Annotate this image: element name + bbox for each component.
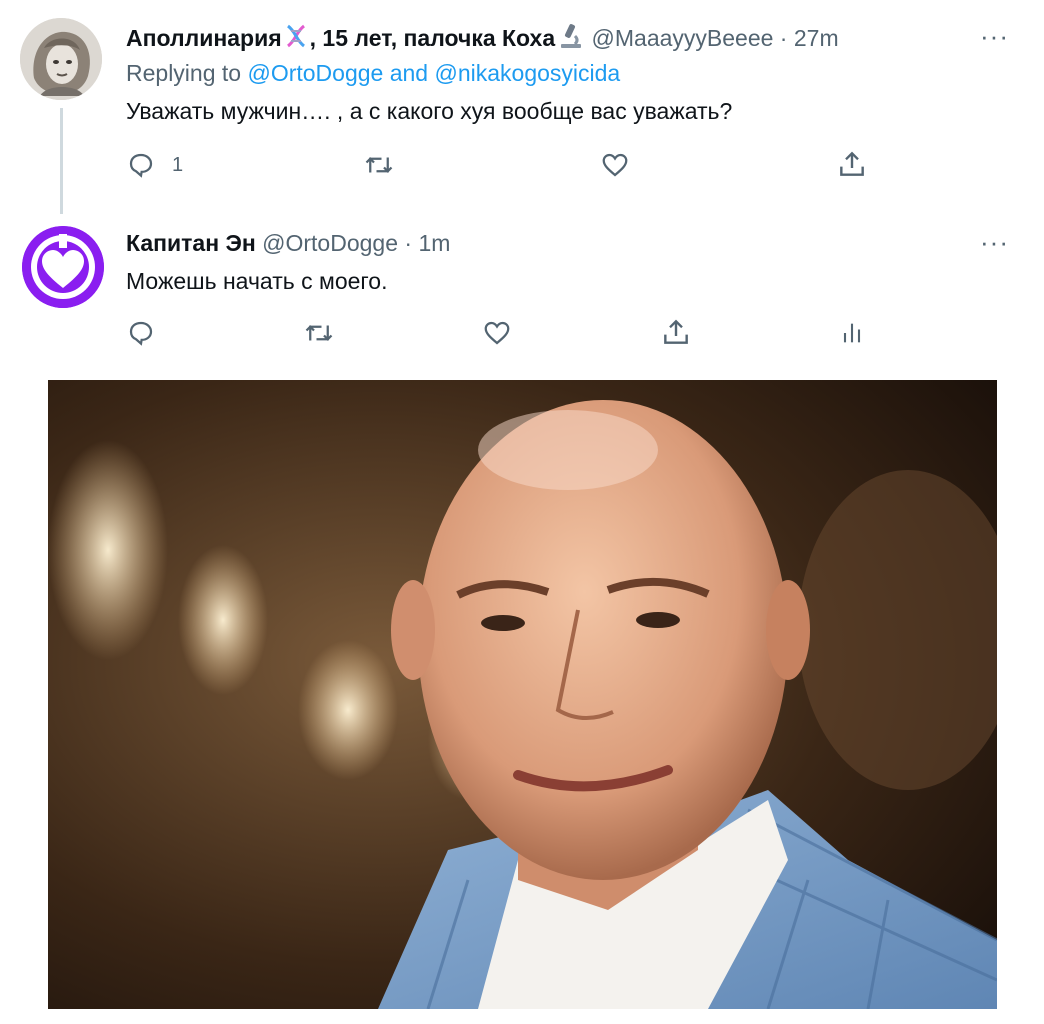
thread-line bbox=[60, 108, 63, 214]
share-button[interactable] bbox=[660, 316, 692, 348]
tweet-text: Уважать мужчин…. , а с какого хуя вообще… bbox=[126, 98, 733, 124]
timestamp[interactable]: 27m bbox=[794, 25, 839, 51]
reply-icon bbox=[129, 321, 153, 346]
heart-icon bbox=[602, 153, 628, 177]
share-button[interactable] bbox=[836, 148, 868, 180]
share-icon bbox=[664, 319, 688, 344]
tweet-header: Аполлинария , 15 лет, палочка Коха @Maaay… bbox=[126, 22, 839, 57]
retweet-button[interactable] bbox=[302, 318, 336, 348]
reply-count: 1 bbox=[172, 153, 184, 176]
retweet-icon bbox=[305, 325, 333, 341]
mention-link[interactable]: @OrtoDogge bbox=[247, 60, 383, 86]
separator-dot: · bbox=[404, 230, 413, 256]
author-name-suffix[interactable]: , 15 лет, палочка Коха bbox=[310, 25, 555, 51]
tweet-photo[interactable] bbox=[48, 380, 997, 1009]
reply-icon bbox=[129, 153, 153, 178]
reply-button[interactable]: 1 bbox=[126, 150, 183, 180]
retweet-icon bbox=[365, 157, 393, 173]
like-button[interactable] bbox=[482, 318, 512, 348]
analytics-button[interactable] bbox=[838, 318, 866, 348]
retweet-button[interactable] bbox=[362, 150, 396, 180]
author-name[interactable]: Аполлинария bbox=[126, 25, 282, 51]
tweet-header: Капитан Эн @OrtoDogge · 1m bbox=[126, 228, 450, 258]
analytics-icon bbox=[843, 323, 861, 343]
author-handle[interactable]: @OrtoDogge bbox=[262, 230, 398, 256]
author-name[interactable]: Капитан Эн bbox=[126, 230, 256, 256]
like-button[interactable] bbox=[600, 150, 630, 180]
more-options-icon[interactable]: ··· bbox=[980, 23, 1009, 49]
dna-icon bbox=[282, 22, 310, 57]
avatar[interactable] bbox=[20, 18, 102, 100]
avatar[interactable] bbox=[22, 226, 104, 308]
separator-dot: · bbox=[779, 25, 788, 51]
microscope-icon bbox=[555, 22, 585, 57]
more-options-icon[interactable]: ··· bbox=[980, 229, 1009, 255]
author-handle[interactable]: @MaaayyyBeeee bbox=[592, 25, 774, 51]
replying-prefix: Replying to bbox=[126, 60, 242, 86]
share-icon bbox=[840, 151, 864, 176]
replying-to: Replying to @OrtoDogge and @nikakogosyic… bbox=[126, 58, 620, 88]
heart-icon bbox=[484, 321, 510, 345]
tweet-text: Можешь начать с моего. bbox=[126, 268, 388, 294]
replying-and[interactable]: and bbox=[390, 60, 428, 86]
mention-link[interactable]: @nikakogosyicida bbox=[434, 60, 620, 86]
timestamp[interactable]: 1m bbox=[418, 230, 450, 256]
reply-button[interactable] bbox=[126, 318, 156, 348]
